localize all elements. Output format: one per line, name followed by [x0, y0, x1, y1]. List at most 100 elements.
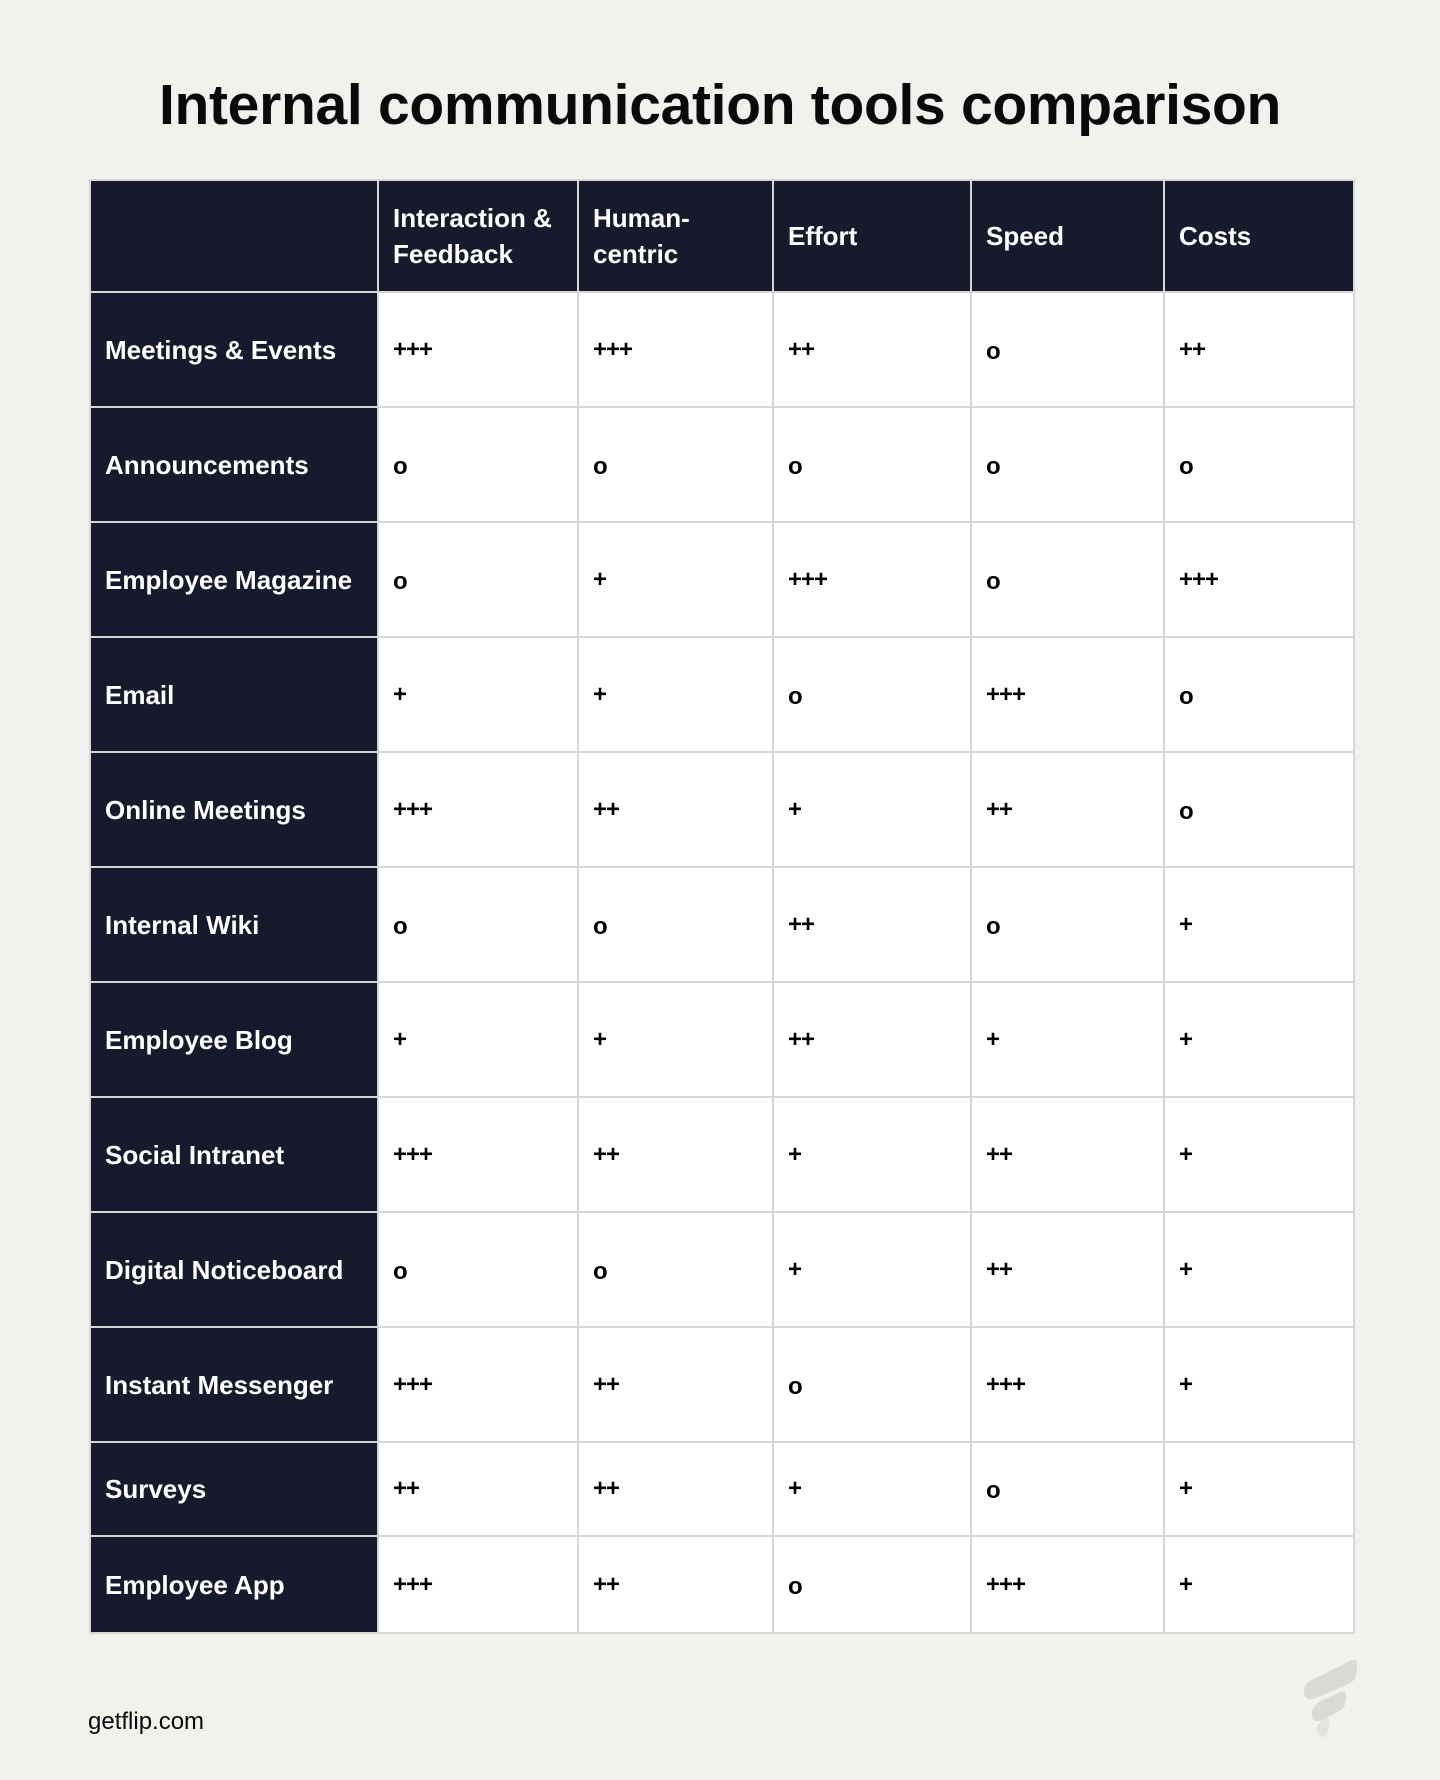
rating-cell-costs: o: [1163, 406, 1355, 523]
rating-cell-interaction-feedback: +++: [377, 1096, 579, 1213]
table-row: Surveys ++ ++ + o +: [89, 1441, 1355, 1537]
rating-cell-costs: +: [1163, 1441, 1355, 1537]
rating-cell-speed: o: [970, 406, 1165, 523]
rating-cell-interaction-feedback: +: [377, 636, 579, 753]
rating-cell-human-centric: o: [577, 866, 774, 983]
header-row: Interaction & Feedback Human- centric Ef…: [89, 179, 1355, 293]
column-header-human-centric: Human- centric: [577, 179, 774, 293]
rating-cell-costs: +: [1163, 981, 1355, 1098]
rating-cell-effort: ++: [772, 291, 972, 408]
column-header-effort: Effort: [772, 179, 972, 293]
column-header-line: Human-: [593, 203, 690, 233]
row-header-tool: Surveys: [89, 1441, 379, 1537]
rating-cell-interaction-feedback: ++: [377, 1441, 579, 1537]
row-header-tool: Employee Magazine: [89, 521, 379, 638]
rating-cell-human-centric: ++: [577, 1096, 774, 1213]
rating-cell-human-centric: o: [577, 406, 774, 523]
rating-cell-costs: +: [1163, 866, 1355, 983]
rating-cell-human-centric: ++: [577, 1326, 774, 1443]
rating-cell-effort: +++: [772, 521, 972, 638]
rating-cell-speed: o: [970, 1441, 1165, 1537]
rating-cell-speed: +++: [970, 1326, 1165, 1443]
row-header-tool: Employee App: [89, 1535, 379, 1634]
table-row: Online Meetings +++ ++ + ++ o: [89, 751, 1355, 868]
table-row: Instant Messenger +++ ++ o +++ +: [89, 1326, 1355, 1443]
table-row: Social Intranet +++ ++ + ++ +: [89, 1096, 1355, 1213]
rating-cell-speed: o: [970, 291, 1165, 408]
page-title: Internal communication tools comparison: [158, 73, 1282, 137]
table-row: Meetings & Events +++ +++ ++ o ++: [89, 291, 1355, 408]
column-header-speed: Speed: [970, 179, 1165, 293]
rating-cell-interaction-feedback: +: [377, 981, 579, 1098]
rating-cell-effort: o: [772, 1326, 972, 1443]
rating-cell-costs: ++: [1163, 291, 1355, 408]
rating-cell-interaction-feedback: o: [377, 1211, 579, 1328]
table-row: Employee Blog + + ++ + +: [89, 981, 1355, 1098]
rating-cell-human-centric: +: [577, 981, 774, 1098]
rating-cell-human-centric: ++: [577, 1535, 774, 1634]
rating-cell-costs: o: [1163, 751, 1355, 868]
rating-cell-interaction-feedback: o: [377, 406, 579, 523]
rating-cell-costs: +: [1163, 1535, 1355, 1634]
rating-cell-interaction-feedback: o: [377, 521, 579, 638]
rating-cell-human-centric: ++: [577, 751, 774, 868]
header-corner-cell: [89, 179, 379, 293]
rating-cell-effort: ++: [772, 981, 972, 1098]
column-header-interaction-feedback: Interaction & Feedback: [377, 179, 579, 293]
rating-cell-effort: +: [772, 1441, 972, 1537]
row-header-tool: Announcements: [89, 406, 379, 523]
rating-cell-human-centric: o: [577, 1211, 774, 1328]
rating-cell-effort: +: [772, 751, 972, 868]
rating-cell-interaction-feedback: +++: [377, 1326, 579, 1443]
column-header-line: Feedback: [393, 239, 513, 269]
table-body: Meetings & Events +++ +++ ++ o ++ Announcement…: [89, 291, 1355, 1634]
rating-cell-human-centric: +++: [577, 291, 774, 408]
rating-cell-effort: o: [772, 1535, 972, 1634]
rating-cell-speed: ++: [970, 751, 1165, 868]
rating-cell-interaction-feedback: o: [377, 866, 579, 983]
rating-cell-costs: +: [1163, 1211, 1355, 1328]
row-header-tool: Online Meetings: [89, 751, 379, 868]
rating-cell-effort: +: [772, 1096, 972, 1213]
rating-cell-interaction-feedback: +++: [377, 1535, 579, 1634]
rating-cell-human-centric: +: [577, 636, 774, 753]
table-row: Internal Wiki o o ++ o +: [89, 866, 1355, 983]
table-row: Employee Magazine o + +++ o +++: [89, 521, 1355, 638]
rating-cell-costs: +: [1163, 1326, 1355, 1443]
table-row: Email + + o +++ o: [89, 636, 1355, 753]
row-header-tool: Digital Noticeboard: [89, 1211, 379, 1328]
rating-cell-speed: o: [970, 866, 1165, 983]
row-header-tool: Instant Messenger: [89, 1326, 379, 1443]
rating-cell-effort: o: [772, 406, 972, 523]
rating-cell-speed: +++: [970, 636, 1165, 753]
footer-url: getflip.com: [88, 1708, 205, 1735]
column-header-costs: Costs: [1163, 179, 1355, 293]
rating-cell-effort: +: [772, 1211, 972, 1328]
rating-cell-speed: +++: [970, 1535, 1165, 1634]
column-header-line: Interaction &: [393, 203, 552, 233]
rating-cell-effort: o: [772, 636, 972, 753]
row-header-tool: Internal Wiki: [89, 866, 379, 983]
rating-cell-effort: ++: [772, 866, 972, 983]
rating-cell-speed: ++: [970, 1096, 1165, 1213]
table-row: Employee App +++ ++ o +++ +: [89, 1535, 1355, 1634]
column-header-line: centric: [593, 239, 679, 269]
table-row: Digital Noticeboard o o + ++ +: [89, 1211, 1355, 1328]
rating-cell-human-centric: +: [577, 521, 774, 638]
rating-cell-costs: +++: [1163, 521, 1355, 638]
rating-cell-speed: o: [970, 521, 1165, 638]
rating-cell-interaction-feedback: +++: [377, 751, 579, 868]
rating-cell-human-centric: ++: [577, 1441, 774, 1537]
row-header-tool: Email: [89, 636, 379, 753]
rating-cell-speed: +: [970, 981, 1165, 1098]
comparison-table: Interaction & Feedback Human- centric Ef…: [89, 179, 1355, 1634]
rating-cell-interaction-feedback: +++: [377, 291, 579, 408]
row-header-tool: Social Intranet: [89, 1096, 379, 1213]
rating-cell-speed: ++: [970, 1211, 1165, 1328]
rating-cell-costs: +: [1163, 1096, 1355, 1213]
row-header-tool: Meetings & Events: [89, 291, 379, 408]
row-header-tool: Employee Blog: [89, 981, 379, 1098]
table-row: Announcements o o o o o: [89, 406, 1355, 523]
rating-cell-costs: o: [1163, 636, 1355, 753]
flip-logo-icon: [1304, 1659, 1358, 1737]
